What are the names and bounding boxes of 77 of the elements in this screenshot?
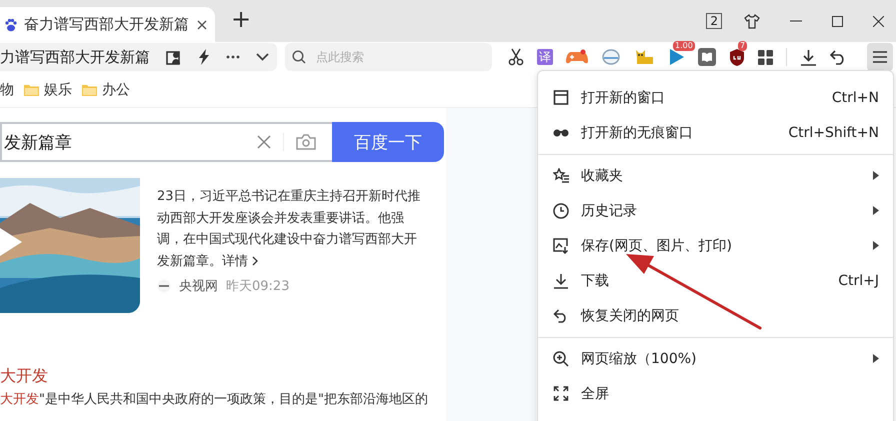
menu-icon: [873, 51, 887, 63]
window-icon: [553, 90, 569, 105]
image-download-icon: [553, 238, 569, 254]
download-icon: [553, 272, 569, 288]
bookmark[interactable]: 办公: [102, 80, 130, 98]
shirt-icon[interactable]: [744, 14, 760, 28]
search-box[interactable]: 发新篇章: [0, 122, 332, 162]
news-time: 昨天09:23: [226, 278, 290, 295]
clock-icon: [553, 202, 569, 218]
browser-tab[interactable]: 奋力谱写西部大开发新篇: [0, 7, 215, 42]
menu-item-label: 全屏: [581, 384, 610, 402]
menu-item[interactable]: 全屏: [538, 376, 893, 411]
minimize-icon[interactable]: [790, 20, 802, 22]
menu-item-label: 历史记录: [581, 202, 638, 220]
menu-button[interactable]: [867, 43, 893, 71]
menu-item-label: 恢复关闭的网页: [581, 306, 680, 324]
news-source: 央视网: [179, 278, 218, 295]
tab-title: 奋力谱写西部大开发新篇: [24, 15, 190, 34]
glasses-icon: [553, 128, 569, 136]
more-icon[interactable]: [226, 55, 240, 59]
tab-count[interactable]: 2: [706, 13, 722, 29]
book-icon[interactable]: [698, 48, 716, 66]
menu-item[interactable]: 打开新的窗口 Ctrl+N: [538, 80, 893, 115]
news-summary: 23日，习近平总书记在重庆主持召开新时代推动西部大开发座谈会并发表重要讲话。他强调，在中国式现代化建设中奋力谱写西部大开发新篇章。详情: [157, 186, 425, 272]
page-title: 力谱写西部大开发新篇: [0, 48, 150, 66]
search-button[interactable]: 百度一下: [332, 122, 444, 162]
menu-item[interactable]: 保存(网页、图片、打印): [538, 228, 893, 263]
apps-grid-icon[interactable]: [758, 50, 773, 64]
camera-icon[interactable]: [296, 134, 316, 150]
paw-icon: [4, 18, 18, 32]
chevron-right-icon: [252, 256, 259, 266]
search-bar[interactable]: 点此搜索: [285, 43, 492, 71]
scissors-icon[interactable]: [508, 48, 524, 66]
undo-icon[interactable]: [830, 50, 846, 64]
maximize-icon[interactable]: [832, 16, 843, 26]
clear-icon[interactable]: [257, 135, 271, 149]
globe-icon[interactable]: [601, 49, 621, 65]
result-snippet: 大开发"是中华人民共和国中央政府的一项政策，目的是"把东部沿海地区的: [0, 391, 429, 408]
menu-item-label: 打开新的无痕窗口: [581, 124, 694, 142]
close-icon[interactable]: [197, 20, 207, 30]
menu-item-label: 打开新的窗口: [581, 88, 666, 106]
menu-item-label: 保存(网页、图片、打印): [581, 236, 733, 254]
download-icon[interactable]: [800, 48, 817, 66]
new-tab-button[interactable]: +: [231, 4, 252, 34]
search-input[interactable]: 点此搜索: [314, 49, 478, 65]
menu-item-label: 收藏夹: [581, 166, 624, 184]
cat-icon[interactable]: [634, 49, 656, 65]
fullscreen-icon: [553, 386, 569, 401]
address-bar[interactable]: 力谱写西部大开发新篇: [0, 43, 277, 71]
result-title[interactable]: 大开发: [0, 366, 446, 386]
shortcut-text: Ctrl+Shift+N: [788, 124, 879, 140]
gamepad-icon[interactable]: [566, 49, 588, 65]
bookmark[interactable]: 物: [0, 80, 14, 98]
translate-button[interactable]: 译: [537, 49, 553, 65]
menu-item-label: 下载: [581, 272, 610, 290]
bookmark[interactable]: 娱乐: [44, 80, 72, 98]
image-search-icon[interactable]: [166, 50, 182, 64]
star-list-icon: [553, 168, 569, 183]
menu-item[interactable]: 打开新的无痕窗口 Ctrl+Shift+N: [538, 115, 893, 150]
menu-item[interactable]: 下载 Ctrl+J: [538, 263, 893, 298]
play-icon[interactable]: [669, 48, 685, 66]
search-icon: [292, 50, 306, 64]
lightning-icon[interactable]: [198, 49, 210, 65]
badge-count: 1.00: [673, 41, 695, 51]
menu-item-label: 网页缩放（100%): [581, 350, 698, 368]
menu-item[interactable]: 网页缩放（100%): [538, 341, 893, 376]
menu-item[interactable]: 历史记录: [538, 193, 893, 228]
details-link[interactable]: 详情: [222, 250, 259, 272]
zoom-in-icon: [553, 350, 569, 366]
source-logo-icon: [157, 279, 171, 293]
shortcut-text: Ctrl+J: [838, 272, 879, 288]
chevron-down-icon[interactable]: [256, 53, 269, 61]
shortcut-text: Ctrl+N: [832, 90, 879, 106]
menu-item[interactable]: 收藏夹: [538, 158, 893, 193]
close-icon[interactable]: [873, 16, 884, 26]
menu-item[interactable]: 恢复关闭的网页: [538, 298, 893, 333]
shield-icon[interactable]: [729, 48, 745, 66]
